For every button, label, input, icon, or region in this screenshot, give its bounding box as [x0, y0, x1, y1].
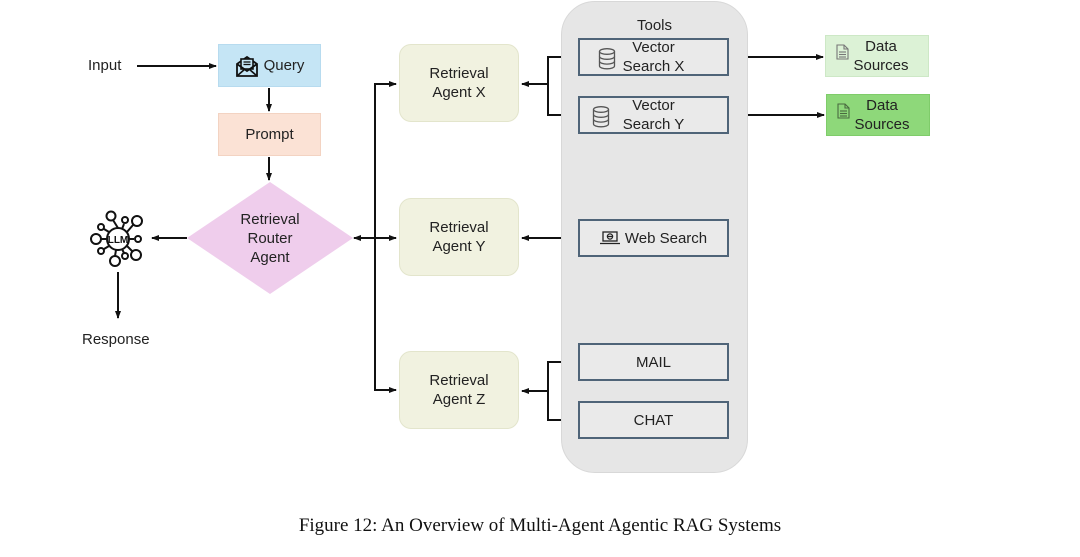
retrieval-agent-z[interactable]: Retrieval Agent Z — [399, 351, 519, 429]
mail-label: MAIL — [635, 353, 671, 371]
tool-mail[interactable]: MAIL — [578, 343, 729, 381]
document-icon — [836, 44, 849, 65]
chat-label: CHAT — [633, 411, 674, 429]
vector-x-line1: Vector — [632, 39, 675, 56]
tool-web-search[interactable]: Web Search — [578, 219, 729, 257]
llm-network-icon: LLM — [90, 210, 143, 267]
ds1-line2: Sources — [853, 57, 909, 74]
prompt-label: Prompt — [245, 126, 294, 143]
tools-title: Tools — [636, 17, 673, 34]
data-sources-2[interactable]: Data Sources — [826, 94, 930, 136]
response-label: Response — [82, 331, 150, 348]
envelope-document-icon — [235, 55, 259, 77]
data-sources-1[interactable]: Data Sources — [825, 35, 929, 77]
database-icon — [598, 48, 616, 75]
bus-to-agent-x — [374, 81, 397, 238]
laptop-globe-icon — [599, 231, 620, 245]
llm-label: LLM — [108, 235, 129, 246]
router-line1: Retrieval — [240, 210, 300, 228]
router-line3: Agent — [250, 248, 290, 266]
vector-y-line2: Search Y — [622, 116, 685, 133]
database-icon — [592, 106, 610, 133]
vector-x-line2: Search X — [622, 58, 685, 75]
agent-x-line2: Agent X — [432, 84, 486, 101]
query-label: Query — [263, 57, 305, 74]
ds1-line1: Data — [865, 38, 897, 55]
ds2-line1: Data — [866, 97, 898, 114]
tool-vector-search-x[interactable]: Vector Search X — [578, 38, 729, 76]
input-label: Input — [88, 57, 122, 74]
llm-node[interactable]: LLM — [86, 208, 150, 270]
agent-y-line2: Agent Y — [432, 238, 486, 255]
vector-y-line1: Vector — [632, 97, 675, 114]
retrieval-agent-x[interactable]: Retrieval Agent X — [399, 44, 519, 122]
tool-vector-search-y[interactable]: Vector Search Y — [578, 96, 729, 134]
web-search-label: Web Search — [624, 229, 708, 247]
agent-z-line1: Retrieval — [429, 372, 489, 389]
agent-z-line2: Agent Z — [432, 391, 486, 408]
retrieval-agent-y[interactable]: Retrieval Agent Y — [399, 198, 519, 276]
agent-x-line1: Retrieval — [429, 65, 489, 82]
connectors-layer — [115, 54, 825, 423]
query-node[interactable]: Query — [218, 44, 321, 87]
ds2-line2: Sources — [854, 116, 910, 133]
prompt-node[interactable]: Prompt — [218, 113, 321, 156]
document-icon — [837, 103, 850, 124]
router-line2: Router — [247, 229, 293, 247]
router-node[interactable]: Retrieval Router Agent — [215, 208, 325, 268]
agent-y-line1: Retrieval — [429, 219, 489, 236]
figure-caption: Figure 12: An Overview of Multi-Agent Ag… — [298, 515, 782, 536]
bus-to-agent-z — [374, 238, 397, 393]
tool-chat[interactable]: CHAT — [578, 401, 729, 439]
